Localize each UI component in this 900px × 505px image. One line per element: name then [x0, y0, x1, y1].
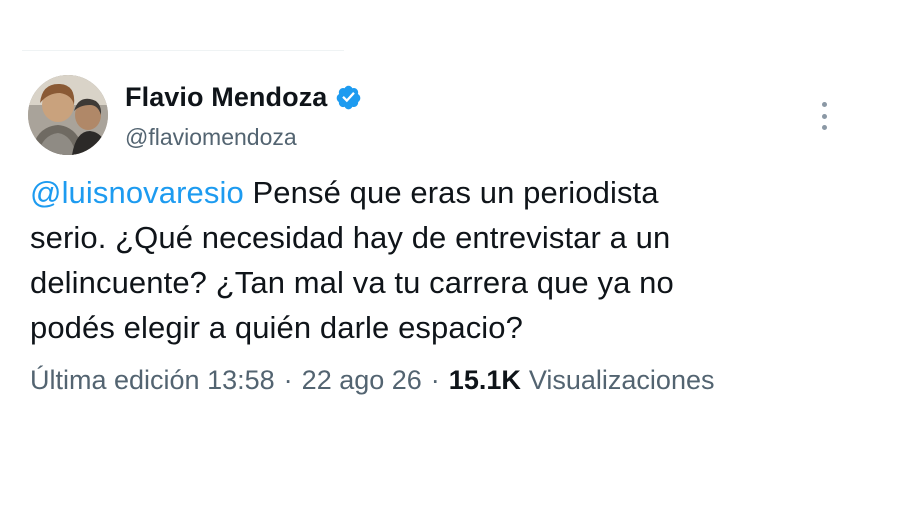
- tweet-text-line: delincuente? ¿Tan mal va tu carrera que …: [30, 265, 674, 300]
- more-options-icon[interactable]: [812, 100, 836, 132]
- tweet-time[interactable]: 13:58: [207, 365, 275, 396]
- dot: [821, 113, 827, 119]
- avatar-photo: [28, 75, 108, 155]
- dot: [821, 125, 827, 130]
- edited-label[interactable]: Última edición: [30, 365, 200, 396]
- separator: ·: [283, 365, 293, 395]
- views-label[interactable]: Visualizaciones: [529, 365, 715, 396]
- tweet-metadata: Última edición 13:58 · 22 ago 26 · 15.1K…: [30, 365, 714, 396]
- avatar[interactable]: [28, 75, 108, 155]
- author-handle[interactable]: @flaviomendoza: [125, 124, 297, 151]
- tweet-text-segment: Pensé que eras un periodista: [243, 175, 659, 210]
- mention-link[interactable]: @luisnovaresio: [30, 175, 244, 210]
- tweet-date[interactable]: 22 ago 26: [302, 365, 422, 396]
- separator: ·: [430, 365, 440, 395]
- tweet-text: @luisnovaresio Pensé que eras un periodi…: [30, 170, 830, 350]
- author-name-row[interactable]: Flavio Mendoza: [125, 80, 362, 114]
- tweet-text-line: podés elegir a quién darle espacio?: [30, 310, 523, 345]
- divider: [22, 50, 344, 51]
- verified-badge-icon: [335, 84, 362, 111]
- tweet-screenshot: Flavio Mendoza @flaviomendoza @luisnovar…: [0, 0, 900, 505]
- dot: [821, 102, 827, 107]
- views-count[interactable]: 15.1K: [449, 365, 521, 396]
- tweet-text-line: @luisnovaresio Pensé que eras un periodi…: [30, 170, 830, 215]
- tweet-text-line: serio. ¿Qué necesidad hay de entrevistar…: [30, 220, 671, 255]
- author-name[interactable]: Flavio Mendoza: [125, 82, 327, 113]
